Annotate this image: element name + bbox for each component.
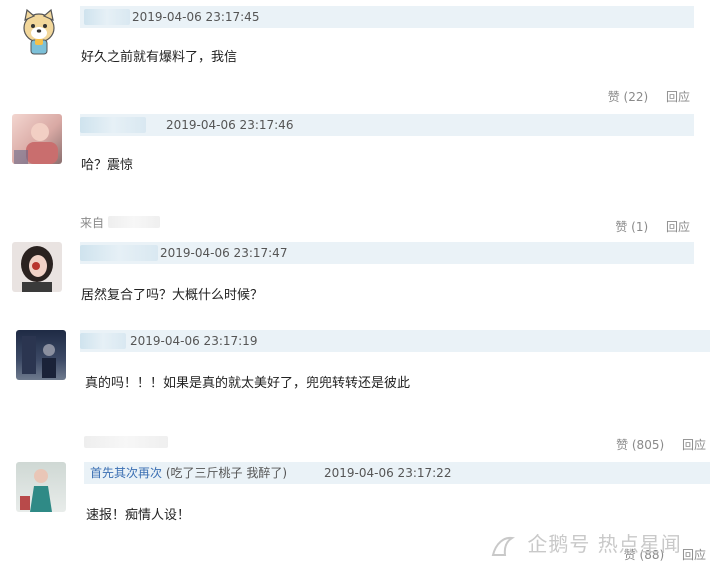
photo-avatar-icon — [22, 336, 56, 378]
reply-button[interactable]: 回应 — [666, 90, 690, 104]
comment-actions: 赞 (1) 回应 — [601, 218, 690, 235]
comment-header: 2019-04-06 23:17:47 — [80, 242, 694, 264]
comment-text: 居然复合了吗？大概什么时候？ — [81, 288, 264, 303]
reply-button[interactable]: 回应 — [666, 220, 690, 234]
comment-actions: 赞 (22) 回应 — [594, 88, 690, 105]
avatar[interactable] — [16, 462, 66, 512]
username-redacted — [80, 245, 158, 261]
comment-nickname: (吃了三斤桃子 我醉了) — [165, 466, 288, 480]
comment-header: 2019-04-06 23:17:46 — [80, 114, 694, 136]
watermark: 企鹅号 热点星闻 — [490, 528, 682, 557]
comment-source: 来自 — [80, 214, 104, 231]
comment-time: 2019-04-06 23:17:22 — [324, 466, 452, 480]
watermark-text: 企鹅号 热点星闻 — [527, 532, 682, 556]
comment-username[interactable]: 首先其次再次 (吃了三斤桃子 我醉了) — [90, 462, 287, 484]
like-button[interactable]: 赞 (805) — [616, 438, 664, 452]
comment-header: 2019-04-06 23:17:19 — [80, 330, 710, 352]
comment-time: 2019-04-06 23:17:46 — [166, 118, 294, 132]
source-redacted — [108, 216, 160, 228]
like-button[interactable]: 赞 (1) — [615, 220, 648, 234]
source-redacted — [84, 436, 168, 448]
avatar[interactable] — [16, 330, 66, 380]
comment-actions: 赞 (805) 回应 — [602, 436, 706, 453]
reply-button[interactable]: 回应 — [682, 548, 706, 562]
cartoon-dog-avatar-icon — [14, 6, 64, 56]
comment-item: 2019-04-06 23:17:46 哈？震惊 来自 赞 (1) 回应 — [0, 110, 714, 238]
comment-text: 速报！痴情人设！ — [86, 508, 191, 523]
photo-avatar-icon — [20, 469, 52, 512]
reply-button[interactable]: 回应 — [682, 438, 706, 452]
avatar[interactable] — [12, 242, 62, 292]
comment-time: 2019-04-06 23:17:47 — [160, 246, 288, 260]
username-redacted — [80, 117, 146, 133]
comment-item: 2019-04-06 23:17:19 真的吗！！！如果是真的就太美好了，兜兜转… — [0, 320, 714, 458]
comment-text: 哈？震惊 — [81, 158, 134, 173]
username-redacted — [80, 333, 126, 349]
penguin-logo-icon — [491, 536, 515, 556]
comment-time: 2019-04-06 23:17:19 — [130, 334, 258, 348]
comment-item: 2019-04-06 23:17:45 好久之前就有爆料了，我信 赞 (22) … — [0, 0, 714, 110]
comment-item: 2019-04-06 23:17:47 居然复合了吗？大概什么时候？ — [0, 238, 714, 320]
photo-avatar-icon — [21, 246, 53, 292]
comment-text: 真的吗！！！如果是真的就太美好了，兜兜转转还是彼此 — [85, 376, 411, 391]
username-redacted — [84, 9, 130, 25]
avatar[interactable] — [14, 6, 64, 56]
comment-header: 2019-04-06 23:17:45 — [80, 6, 694, 28]
comment-text: 好久之前就有爆料了，我信 — [81, 50, 238, 65]
photo-avatar-icon — [14, 123, 58, 164]
avatar[interactable] — [12, 114, 62, 164]
like-button[interactable]: 赞 (22) — [608, 90, 648, 104]
comment-time: 2019-04-06 23:17:45 — [132, 10, 260, 24]
comment-header: 首先其次再次 (吃了三斤桃子 我醉了) 2019-04-06 23:17:22 — [84, 462, 710, 484]
source-label: 来自 — [80, 216, 105, 230]
